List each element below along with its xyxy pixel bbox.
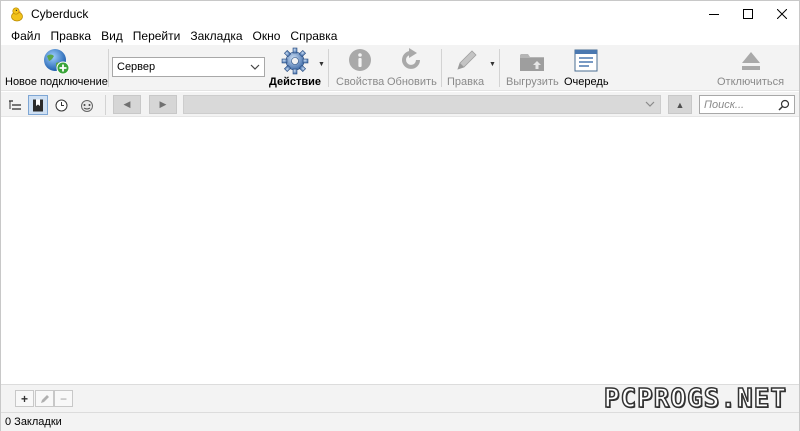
bookmark-count-text: 0 Закладки [5,416,62,428]
bookmark-book-icon [33,99,43,111]
status-bar: 0 Закладки [1,412,799,431]
delete-bookmark-button[interactable]: − [54,390,73,407]
menu-file[interactable]: Файл [6,27,46,45]
edit-bookmark-button[interactable] [35,390,54,407]
queue-label: Очередь [564,76,609,88]
edit-dropdown-arrow-icon[interactable]: ▼ [489,61,496,68]
new-connection-button[interactable]: Новое подключение [5,47,108,89]
parent-directory-button[interactable]: ▲ [668,95,692,114]
upload-button[interactable]: Выгрузить [506,47,559,89]
refresh-icon [401,48,420,69]
minus-icon: − [59,391,67,406]
menu-help[interactable]: Справка [285,27,342,45]
action-dropdown-arrow-icon[interactable]: ▼ [318,61,325,68]
maximize-icon [743,9,753,19]
add-bookmark-button[interactable]: + [15,390,34,407]
search-placeholder: Поиск... [704,98,745,111]
disconnect-label: Отключиться [717,76,785,88]
toolbar-separator [441,49,442,87]
watermark-logo: PCPROGS.NET [603,384,787,414]
refresh-button[interactable]: Обновить [387,47,437,89]
plus-icon: + [20,391,28,406]
edit-label: Правка [447,76,485,88]
new-connection-label: Новое подключение [5,76,108,88]
minimize-button[interactable] [697,1,731,27]
back-button[interactable]: ◀ [113,95,141,114]
bonjour-icon [81,99,93,112]
pencil-icon [40,394,49,403]
forward-arrow-icon: ▶ [159,99,167,109]
queue-button[interactable]: Очередь [564,47,609,89]
chevron-down-icon [645,101,655,107]
chevron-down-icon [250,64,260,70]
outline-view-icon [9,100,21,110]
toolbar-separator [499,49,500,87]
info-icon [349,49,372,71]
menu-bookmark[interactable]: Закладка [185,27,247,45]
bookmarks-view-button[interactable] [28,95,48,115]
upload-folder-icon [520,54,545,71]
upload-label: Выгрузить [506,76,559,88]
menu-go[interactable]: Перейти [128,27,186,45]
maximize-button[interactable] [731,1,765,27]
properties-label: Свойства [336,76,385,88]
browser-view-button[interactable] [5,95,25,115]
bookmark-actions-bar: + − PCPROGS.NET [1,384,799,414]
action-label: Действие [269,76,321,88]
edit-button[interactable]: Правка [447,47,484,89]
toolbar-separator [328,49,329,87]
pencil-icon [456,50,477,70]
window-title: Cyberduck [31,7,89,21]
eject-icon [741,52,760,70]
close-button[interactable] [765,1,799,27]
cyberduck-window: Cyberduck Файл Правка Вид Перейти Заклад… [0,0,800,431]
menu-view[interactable]: Вид [96,27,128,45]
history-view-button[interactable] [51,95,71,115]
minimize-icon [709,14,719,15]
up-arrow-icon: ▲ [675,99,685,110]
search-icon [778,99,790,111]
forward-button[interactable]: ▶ [149,95,177,114]
disconnect-button[interactable]: Отключиться [717,47,784,89]
search-input[interactable]: Поиск... [699,95,795,114]
back-arrow-icon: ◀ [123,99,131,109]
menu-bar: Файл Правка Вид Перейти Закладка Окно Сп… [1,27,799,45]
title-bar: Cyberduck [1,1,799,27]
action-button[interactable]: Действие [269,47,321,89]
close-icon [777,9,787,19]
queue-window-icon [574,49,598,72]
path-dropdown[interactable] [183,95,661,114]
menu-window[interactable]: Окно [248,27,286,45]
cyberduck-app-icon [11,7,23,22]
server-dropdown[interactable]: Сервер [112,57,265,77]
navigation-bar: ◀ ▶ ▲ Поиск... [1,92,799,117]
server-dropdown-value: Сервер [117,61,156,73]
bonjour-view-button[interactable] [77,95,97,115]
globe-add-icon [44,49,70,75]
refresh-label: Обновить [387,76,437,88]
bookmark-list-area[interactable] [1,118,799,384]
clock-icon [55,99,67,111]
toolbar-separator [108,49,109,87]
navigation-separator [105,95,106,115]
gear-icon [281,47,309,75]
properties-button[interactable]: Свойства [336,47,384,89]
menu-edit[interactable]: Правка [46,27,97,45]
main-toolbar: Новое подключение Сервер Действие ▼ Свой… [1,45,799,91]
